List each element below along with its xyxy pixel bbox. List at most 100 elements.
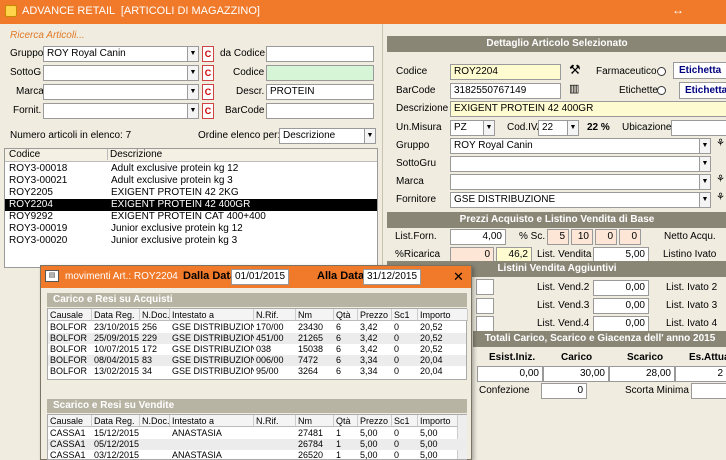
etichette-radio[interactable] (657, 86, 666, 95)
table-row[interactable]: BOLFOR 25/09/2015 229 GSE DISTRIBUZIONE 451/… (48, 333, 466, 344)
codiva-select[interactable]: 22 (538, 120, 568, 136)
barcode-icon[interactable]: ▥ (569, 82, 587, 98)
descr-label: Descr. (236, 86, 265, 97)
sottog-clear-button[interactable]: C (202, 65, 214, 81)
list-item[interactable]: ROY3-00019 Junior exclusive protein kg 12 (5, 223, 377, 235)
farmaceutico-radio[interactable] (657, 67, 666, 76)
es-attua-header: Es.Attua (689, 352, 726, 363)
list-item[interactable]: ROY3-00021 Adult exclusive protein kg 3 (5, 175, 377, 187)
close-icon[interactable]: ✕ (453, 269, 464, 285)
table-cell (140, 450, 170, 460)
barcode-search-input[interactable] (266, 103, 374, 119)
sottog-input[interactable] (43, 65, 188, 81)
codice-search-label: Codice (233, 67, 265, 78)
resize-icon[interactable]: ↔ (672, 3, 684, 17)
article-list: Codice Descrizione ROY3-00018 Adult exclu… (4, 148, 378, 268)
codice-search-input[interactable] (266, 65, 374, 81)
th-qta: Qtà (334, 415, 358, 427)
table-row[interactable]: BOLFOR 10/07/2015 172 GSE DISTRIBUZIONE 038 1… (48, 344, 466, 355)
gruppo-detail-select[interactable]: ROY Royal Canin (450, 138, 700, 154)
th-ndoc: N.Doc. (140, 415, 170, 427)
ubicazione-label: Ubicazione (622, 122, 672, 133)
sc4-field[interactable]: 0 (619, 229, 641, 245)
gruppo-dropdown-icon[interactable]: ▼ (187, 46, 199, 62)
scarico-grid-header: Scarico e Resi su Vendite (47, 399, 467, 413)
table-cell: 1 (336, 439, 342, 449)
sc1-field[interactable]: 5 (547, 229, 569, 245)
marca-input[interactable] (43, 84, 188, 100)
unmisura-dropdown-icon[interactable]: ▼ (483, 120, 495, 136)
vend-extra-field-2[interactable] (476, 298, 494, 314)
table-cell: 038 (256, 344, 272, 354)
marca-dropdown-icon[interactable]: ▼ (187, 84, 199, 100)
sottog-dropdown-icon[interactable]: ▼ (187, 65, 199, 81)
codice-field[interactable]: ROY2204 (450, 64, 561, 80)
etichette-label: Etichette (619, 85, 658, 96)
fornit-clear-button[interactable]: C (202, 103, 214, 119)
th-importo: Importo (418, 309, 468, 321)
etichetta-e-button[interactable]: Etichetta E (679, 82, 726, 99)
gruppo-tree-icon[interactable]: ⚘ (716, 138, 725, 149)
table-row[interactable]: BOLFOR 13/02/2015 34 GSE DISTRIBUZIONE 95/00… (48, 366, 466, 377)
vend2-field[interactable]: 0,00 (593, 280, 649, 296)
fornit-input[interactable] (43, 103, 188, 119)
gruppo-input[interactable]: ROY Royal Canin (43, 46, 188, 62)
gruppo-clear-button[interactable]: C (202, 46, 214, 62)
sc3-field[interactable]: 0 (595, 229, 617, 245)
unmisura-label: Un.Misura (396, 122, 442, 133)
table-row[interactable]: BOLFOR 23/10/2015 256 GSE DISTRIBUZIONE 170/… (48, 322, 466, 333)
list-item-selected[interactable]: ROY2204 EXIGENT PROTEIN 42 400GR (5, 199, 377, 211)
scarico-header: Scarico (627, 352, 664, 363)
table-cell: 256 (142, 322, 158, 332)
unmisura-select[interactable]: PZ (450, 120, 484, 136)
list-item[interactable]: ROY3-00018 Adult exclusive protein kg 12 (5, 163, 377, 175)
marca-tree-icon[interactable]: ⚘ (716, 174, 725, 185)
fornit-dropdown-icon[interactable]: ▼ (187, 103, 199, 119)
movimenti-titlebar: ▤ movimenti Art.: ROY2204 Dalla Data 01/… (41, 266, 471, 288)
marca-detail-dropdown-icon[interactable]: ▼ (699, 174, 711, 190)
gruppo-detail-dropdown-icon[interactable]: ▼ (699, 138, 711, 154)
th-nrif: N.Rif. (254, 309, 296, 321)
search-legend: Ricerca Articoli... (10, 30, 85, 41)
dalla-data-field[interactable]: 01/01/2015 (231, 269, 289, 285)
vend3-field[interactable]: 0,00 (593, 298, 649, 314)
col-descrizione: Descrizione (107, 149, 162, 160)
fornitore-select[interactable]: GSE DISTRIBUZIONE (450, 192, 700, 208)
table-row[interactable]: CASSA1 03/12/2015 ANASTASIA 26520 1 5,00 0 5,00 (48, 450, 466, 460)
vend-extra-field-3[interactable] (476, 316, 494, 332)
descrizione-field[interactable]: EXIGENT PROTEIN 42 400GR (450, 101, 726, 117)
descr-input[interactable]: PROTEIN (266, 84, 374, 100)
table-cell: GSE DISTRIBUZIONE (172, 344, 254, 354)
list-item[interactable]: ROY3-00020 Junior exclusive protein kg 3 (5, 235, 377, 247)
scorta-field[interactable] (691, 383, 726, 399)
etichetta-button[interactable]: Etichetta (673, 62, 726, 79)
table-row[interactable]: CASSA1 15/12/2015 ANASTASIA 27481 1 5,00 0 5,00 (48, 428, 466, 439)
marca-detail-select[interactable] (450, 174, 700, 190)
tools-icon[interactable]: ⚒ (569, 62, 591, 80)
barcode-field[interactable]: 3182550767149 (450, 83, 561, 99)
codiva-dropdown-icon[interactable]: ▼ (567, 120, 579, 136)
table-row[interactable]: BOLFOR 08/04/2015 83 GSE DISTRIBUZIONE 006/0… (48, 355, 466, 366)
fornitore-dropdown-icon[interactable]: ▼ (699, 192, 711, 208)
order-select[interactable]: Descrizione (279, 128, 365, 144)
table-cell: 0 (394, 344, 400, 354)
marca-clear-button[interactable]: C (202, 84, 214, 100)
sottogru-select[interactable] (450, 156, 700, 172)
table-cell: 83 (142, 355, 153, 365)
alla-data-field[interactable]: 31/12/2015 (363, 269, 421, 285)
list-item[interactable]: ROY2205 EXIGENT PROTEIN 42 2KG (5, 187, 377, 199)
ubicazione-field[interactable] (671, 120, 726, 136)
table-cell: 3,34 (360, 355, 378, 365)
confezione-field[interactable]: 0 (541, 383, 587, 399)
sc2-field[interactable]: 10 (571, 229, 593, 245)
vend4-field[interactable]: 0,00 (593, 316, 649, 332)
sottogru-dropdown-icon[interactable]: ▼ (699, 156, 711, 172)
order-dropdown-icon[interactable]: ▼ (364, 128, 376, 144)
table-row[interactable]: CASSA1 05/12/2015 26784 1 5,00 0 5,00 (48, 439, 466, 450)
listforn-field[interactable]: 4,00 (450, 229, 506, 245)
table-cell: 10/07/2015 (94, 344, 140, 354)
dacodice-input[interactable] (266, 46, 374, 62)
list-item[interactable]: ROY9292 EXIGENT PROTEIN CAT 400+400 (5, 211, 377, 223)
fornitore-tree-icon[interactable]: ⚘ (716, 192, 725, 203)
vend-extra-field-1[interactable] (476, 279, 494, 295)
